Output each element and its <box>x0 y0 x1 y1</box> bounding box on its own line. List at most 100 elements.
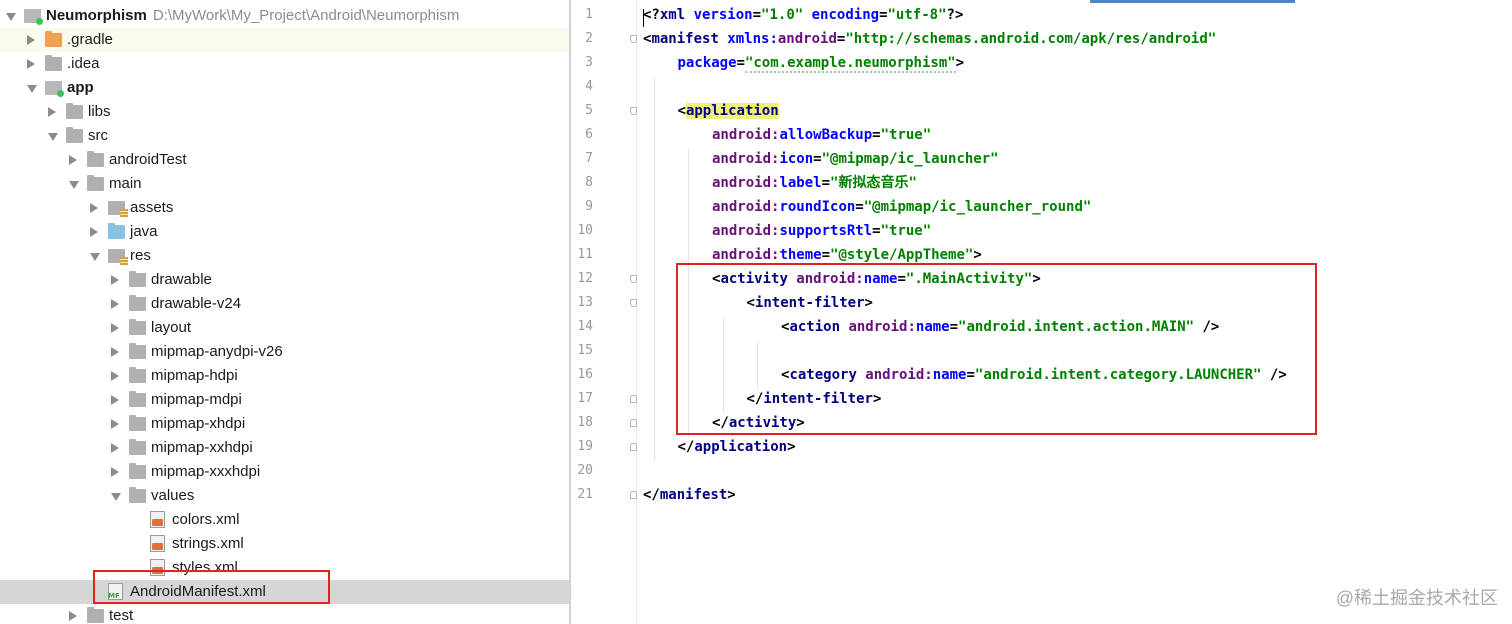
code-token: android: <box>712 223 780 239</box>
tree-item-name: mipmap-mdpi <box>151 391 242 408</box>
line-number: 5 <box>585 103 593 118</box>
code-token: "@mipmap/ic_launcher_round" <box>863 199 1092 215</box>
fold-close-icon[interactable] <box>630 443 637 451</box>
code-line[interactable]: <?xml version="1.0" encoding="utf-8"?> <box>643 5 963 25</box>
code-line[interactable]: android:supportsRtl="true" <box>712 221 931 241</box>
chevron-right-icon[interactable] <box>111 467 119 477</box>
code-line[interactable]: <manifest xmlns:android="http://schemas.… <box>643 29 1216 49</box>
code-token: supportsRtl <box>779 223 873 239</box>
chevron-down-icon[interactable] <box>27 85 37 93</box>
tree-item-mipmap-xxhdpi[interactable]: mipmap-xxhdpi <box>0 436 569 460</box>
line-number: 2 <box>585 31 593 46</box>
tree-item-res[interactable]: res <box>0 244 569 268</box>
chevron-right-icon[interactable] <box>111 323 119 333</box>
active-tab-indicator <box>1090 0 1295 3</box>
code-line[interactable]: android:roundIcon="@mipmap/ic_launcher_r… <box>712 197 1091 217</box>
code-token: roundIcon <box>779 199 856 215</box>
tree-item-strings-xml[interactable]: strings.xml <box>0 532 569 556</box>
folder-icon <box>45 55 62 71</box>
chevron-down-icon[interactable] <box>111 493 121 501</box>
tree-item-mipmap-xhdpi[interactable]: mipmap-xhdpi <box>0 412 569 436</box>
code-line[interactable]: </application> <box>678 437 796 457</box>
tree-item-mipmap-anydpi-v26[interactable]: mipmap-anydpi-v26 <box>0 340 569 364</box>
chevron-right-icon[interactable] <box>90 227 98 237</box>
tree-item-mipmap-xxxhdpi[interactable]: mipmap-xxxhdpi <box>0 460 569 484</box>
chevron-down-icon[interactable] <box>69 181 79 189</box>
chevron-right-icon[interactable] <box>69 611 77 621</box>
chevron-right-icon[interactable] <box>111 347 119 357</box>
tree-item-values[interactable]: values <box>0 484 569 508</box>
chevron-right-icon[interactable] <box>90 203 98 213</box>
code-line[interactable]: </manifest> <box>643 485 736 505</box>
tree-item-layout[interactable]: layout <box>0 316 569 340</box>
line-number-gutter: 1 2 3 4 5 6 7 8 9 10 11 12 13 14 15 16 17 18 19 20 21 <box>571 0 637 624</box>
chevron-right-icon[interactable] <box>111 275 119 285</box>
folder-icon <box>87 151 104 167</box>
chevron-right-icon[interactable] <box>111 395 119 405</box>
tree-item-idea[interactable]: .idea <box>0 52 569 76</box>
tree-item-name: layout <box>151 319 192 336</box>
code-token: android: <box>712 127 780 143</box>
code-token: "@style/AppTheme" <box>830 247 974 263</box>
tree-item-name: .gradle <box>67 31 113 48</box>
chevron-down-icon[interactable] <box>6 13 16 21</box>
tree-item-name: .idea <box>67 55 100 72</box>
chevron-right-icon[interactable] <box>111 299 119 309</box>
code-line[interactable]: <application <box>678 101 779 121</box>
folder-icon <box>129 295 146 311</box>
chevron-right-icon[interactable] <box>111 443 119 453</box>
code-line[interactable]: package="com.example.neumorphism"> <box>678 53 965 73</box>
chevron-down-icon[interactable] <box>48 133 58 141</box>
module-icon <box>45 81 64 97</box>
chevron-right-icon[interactable] <box>69 155 77 165</box>
tree-item-mipmap-mdpi[interactable]: mipmap-mdpi <box>0 388 569 412</box>
tree-item-name: app <box>67 79 94 96</box>
chevron-right-icon[interactable] <box>111 419 119 429</box>
folder-icon <box>87 607 104 623</box>
tree-item-label: src <box>88 126 108 146</box>
code-token: android: <box>712 199 780 215</box>
code-token: = <box>813 151 822 167</box>
fold-open-icon[interactable] <box>630 35 637 43</box>
code-token: > <box>955 55 965 71</box>
tree-item-neumorphism[interactable]: Neumorphism D:\MyWork\My_Project\Android\… <box>0 4 569 28</box>
code-line[interactable]: android:theme="@style/AppTheme"> <box>712 245 982 265</box>
tree-item-gradle[interactable]: .gradle <box>0 28 569 52</box>
code-line[interactable]: android:label="新拟态音乐" <box>712 173 917 193</box>
tree-item-assets[interactable]: assets <box>0 196 569 220</box>
tree-item-drawable-v24[interactable]: drawable-v24 <box>0 292 569 316</box>
fold-open-icon[interactable] <box>630 299 637 307</box>
tree-item-app[interactable]: app <box>0 76 569 100</box>
code-line[interactable]: android:icon="@mipmap/ic_launcher" <box>712 149 999 169</box>
folder-icon <box>129 367 146 383</box>
tree-item-java[interactable]: java <box>0 220 569 244</box>
fold-open-icon[interactable] <box>630 275 637 283</box>
tree-item-main[interactable]: main <box>0 172 569 196</box>
tree-item-colors-xml[interactable]: colors.xml <box>0 508 569 532</box>
code-token: version <box>693 7 753 23</box>
chevron-right-icon[interactable] <box>48 107 56 117</box>
tree-item-src[interactable]: src <box>0 124 569 148</box>
fold-close-icon[interactable] <box>630 419 637 427</box>
tree-item-label: mipmap-xxhdpi <box>151 438 253 458</box>
fold-close-icon[interactable] <box>630 491 637 499</box>
tree-item-drawable[interactable]: drawable <box>0 268 569 292</box>
tree-item-test[interactable]: test <box>0 604 569 624</box>
code-token: <? <box>643 7 660 23</box>
chevron-down-icon[interactable] <box>90 253 100 261</box>
chevron-right-icon[interactable] <box>27 35 35 45</box>
tree-item-androidtest[interactable]: androidTest <box>0 148 569 172</box>
folder-icon <box>66 103 83 119</box>
tree-item-label: mipmap-anydpi-v26 <box>151 342 283 362</box>
project-tree-panel[interactable]: Neumorphism D:\MyWork\My_Project\Android\… <box>0 0 569 624</box>
tree-item-mipmap-hdpi[interactable]: mipmap-hdpi <box>0 364 569 388</box>
chevron-right-icon[interactable] <box>111 371 119 381</box>
fold-open-icon[interactable] <box>630 107 637 115</box>
ide-window: Neumorphism D:\MyWork\My_Project\Android\… <box>0 0 1512 624</box>
tree-item-libs[interactable]: libs <box>0 100 569 124</box>
code-line[interactable]: android:allowBackup="true" <box>712 125 931 145</box>
tree-item-label: libs <box>88 102 111 122</box>
fold-close-icon[interactable] <box>630 395 637 403</box>
chevron-right-icon[interactable] <box>27 59 35 69</box>
code-token: ?> <box>946 7 964 23</box>
